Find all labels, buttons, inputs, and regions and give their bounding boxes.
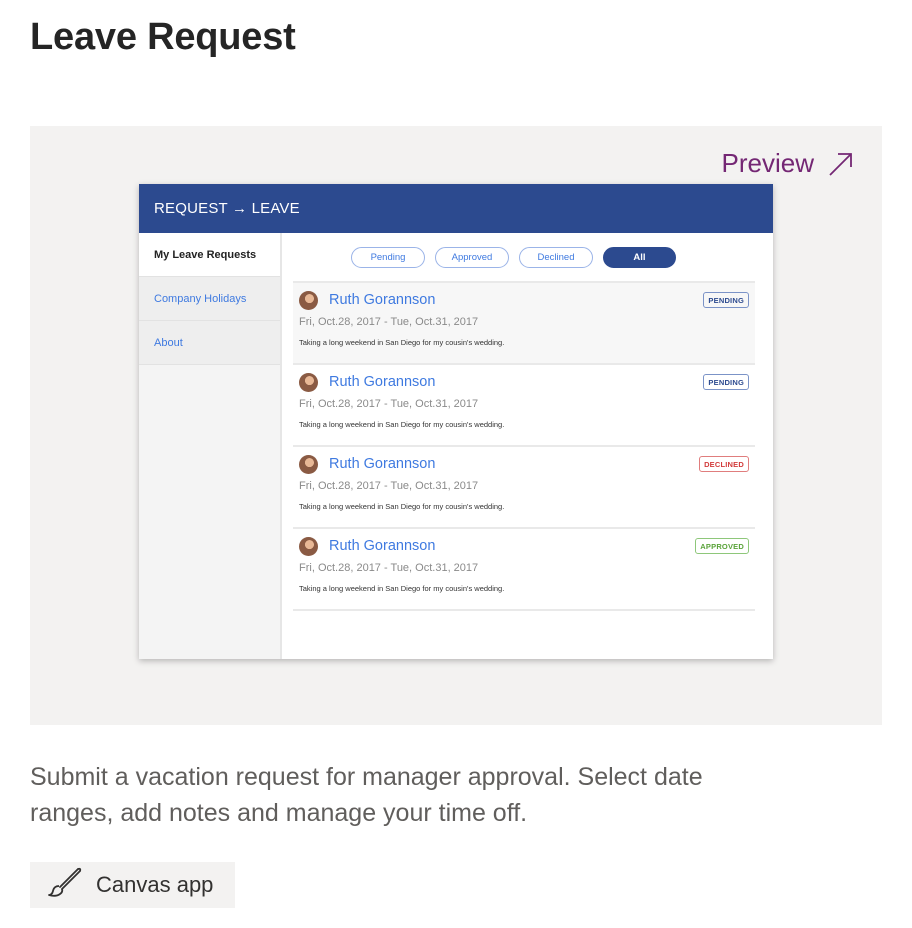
requester-name[interactable]: Ruth Gorannson	[329, 374, 435, 390]
nav-item-my-leave-requests[interactable]: My Leave Requests	[139, 233, 280, 277]
filter-declined[interactable]: Declined	[519, 246, 593, 268]
request-note: Taking a long weekend in San Diego for m…	[299, 420, 505, 429]
app-preview-screenshot: REQUEST → LEAVE My Leave Requests Compan…	[139, 184, 773, 659]
filter-approved[interactable]: Approved	[435, 246, 509, 268]
requester-name[interactable]: Ruth Gorannson	[329, 292, 435, 308]
nav-item-company-holidays[interactable]: Company Holidays	[139, 277, 280, 321]
request-card[interactable]: Ruth Gorannson Fri, Oct.28, 2017 - Tue, …	[293, 529, 755, 611]
filter-bar: Pending Approved Declined All	[282, 233, 773, 281]
preview-label: Preview	[721, 148, 814, 178]
app-main: Pending Approved Declined All Ruth Goran…	[282, 233, 773, 659]
app-nav: My Leave Requests Company Holidays About	[139, 233, 282, 659]
request-card[interactable]: Ruth Gorannson Fri, Oct.28, 2017 - Tue, …	[293, 281, 755, 365]
brush-icon	[48, 867, 82, 903]
request-note: Taking a long weekend in San Diego for m…	[299, 584, 505, 593]
app-type-badge: Canvas app	[30, 862, 235, 908]
request-dates: Fri, Oct.28, 2017 - Tue, Oct.31, 2017	[299, 480, 479, 492]
filter-pending[interactable]: Pending	[351, 246, 425, 268]
nav-item-about[interactable]: About	[139, 321, 280, 365]
request-dates: Fri, Oct.28, 2017 - Tue, Oct.31, 2017	[299, 316, 479, 328]
page-title: Leave Request	[30, 16, 296, 58]
request-list: Ruth Gorannson Fri, Oct.28, 2017 - Tue, …	[293, 281, 755, 611]
app-type-label: Canvas app	[96, 872, 214, 897]
avatar	[299, 537, 318, 556]
arrow-up-right-icon	[828, 151, 854, 177]
status-badge: PENDING	[703, 292, 749, 308]
filter-all[interactable]: All	[603, 246, 676, 268]
avatar	[299, 373, 318, 392]
preview-link[interactable]: Preview	[722, 148, 854, 179]
status-badge: APPROVED	[695, 538, 749, 554]
avatar	[299, 455, 318, 474]
request-note: Taking a long weekend in San Diego for m…	[299, 502, 505, 511]
status-badge: PENDING	[703, 374, 749, 390]
app-body: My Leave Requests Company Holidays About…	[139, 233, 773, 659]
request-dates: Fri, Oct.28, 2017 - Tue, Oct.31, 2017	[299, 562, 479, 574]
avatar	[299, 291, 318, 310]
preview-panel: Preview REQUEST → LEAVE My Leave Request…	[30, 126, 882, 725]
request-note: Taking a long weekend in San Diego for m…	[299, 338, 505, 347]
request-card[interactable]: Ruth Gorannson Fri, Oct.28, 2017 - Tue, …	[293, 447, 755, 529]
request-card[interactable]: Ruth Gorannson Fri, Oct.28, 2017 - Tue, …	[293, 365, 755, 447]
status-badge: DECLINED	[699, 456, 749, 472]
app-header: REQUEST → LEAVE	[139, 184, 773, 233]
requester-name[interactable]: Ruth Gorannson	[329, 538, 435, 554]
request-dates: Fri, Oct.28, 2017 - Tue, Oct.31, 2017	[299, 398, 479, 410]
app-description: Submit a vacation request for manager ap…	[30, 763, 703, 827]
requester-name[interactable]: Ruth Gorannson	[329, 456, 435, 472]
